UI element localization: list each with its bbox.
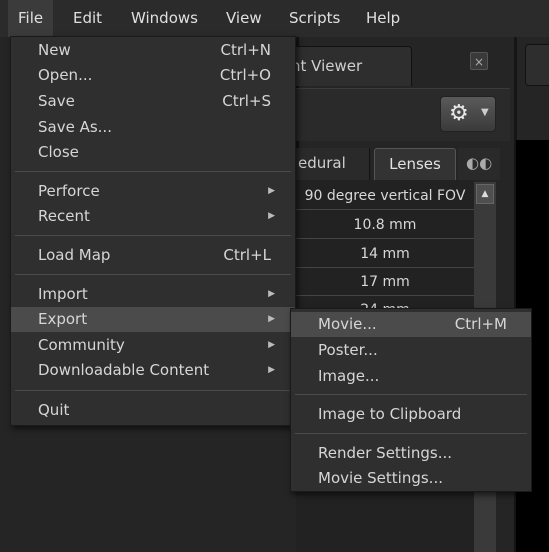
menu-item-community[interactable]: Community ▶ xyxy=(11,333,295,358)
menu-edit[interactable]: Edit xyxy=(63,0,112,37)
menu-separator xyxy=(15,235,291,236)
export-submenu: Movie... Ctrl+M Poster... Image... Image… xyxy=(290,308,532,492)
menu-item-save-as[interactable]: Save As... xyxy=(11,115,295,140)
submenu-arrow-icon: ▶ xyxy=(268,186,275,196)
menu-item-render-settings[interactable]: Render Settings... xyxy=(291,441,531,466)
close-icon[interactable]: × xyxy=(470,52,488,70)
tab-right[interactable] xyxy=(525,44,549,86)
chevron-down-icon: ▼ xyxy=(481,107,489,118)
menu-item-image[interactable]: Image... xyxy=(291,364,531,389)
menu-item-label: Community xyxy=(38,336,125,354)
gear-icon: ⚙ xyxy=(449,101,469,126)
menu-item-label: Save xyxy=(38,92,75,110)
submenu-arrow-icon: ▶ xyxy=(268,340,275,350)
menu-item-label: Quit xyxy=(38,401,70,419)
shortcut-label: Ctrl+N xyxy=(220,41,271,59)
shortcut-label: Ctrl+S xyxy=(222,92,271,110)
menu-item-save[interactable]: Save Ctrl+S xyxy=(11,89,295,114)
menu-item-new[interactable]: New Ctrl+N xyxy=(11,38,295,63)
menu-item-image-to-clipboard[interactable]: Image to Clipboard xyxy=(291,402,531,427)
menu-separator xyxy=(295,394,527,395)
submenu-arrow-icon: ▶ xyxy=(268,365,275,375)
menu-separator xyxy=(15,390,291,391)
menu-windows[interactable]: Windows xyxy=(121,0,208,37)
menu-item-label: Image... xyxy=(318,367,380,385)
menu-item-label: Movie Settings... xyxy=(318,469,443,487)
menu-item-label: Import xyxy=(38,285,88,303)
menu-item-recent[interactable]: Recent ▶ xyxy=(11,204,295,229)
menu-item-load-map[interactable]: Load Map Ctrl+L xyxy=(11,243,295,268)
menu-item-label: Image to Clipboard xyxy=(318,405,462,423)
menu-item-label: Poster... xyxy=(318,341,378,359)
menu-separator xyxy=(15,171,291,172)
menu-item-label: Downloadable Content xyxy=(38,361,210,379)
menu-item-label: Perforce xyxy=(38,182,100,200)
menu-item-quit[interactable]: Quit xyxy=(11,398,295,423)
tab-viewer[interactable]: nt Viewer xyxy=(280,46,412,86)
menu-item-label: New xyxy=(38,41,71,59)
file-menu: New Ctrl+N Open... Ctrl+O Save Ctrl+S Sa… xyxy=(10,36,296,426)
menu-item-close[interactable]: Close xyxy=(11,140,295,165)
submenu-arrow-icon: ▶ xyxy=(268,289,275,299)
menu-scripts[interactable]: Scripts xyxy=(279,0,350,37)
tab-lenses[interactable]: Lenses xyxy=(374,148,456,180)
submenu-arrow-icon: ▶ xyxy=(268,314,275,324)
shortcut-label: Ctrl+O xyxy=(219,66,271,84)
list-item[interactable]: 10.8 mm xyxy=(296,211,474,239)
menu-item-label: Save As... xyxy=(38,118,112,136)
submenu-arrow-icon: ▶ xyxy=(268,211,275,221)
menubar: File Edit Windows View Scripts Help xyxy=(0,0,549,37)
menu-separator xyxy=(15,274,291,275)
scroll-up-icon[interactable]: ▲ xyxy=(476,184,494,204)
menu-item-label: Close xyxy=(38,143,79,161)
menu-item-poster[interactable]: Poster... xyxy=(291,338,531,363)
tab-more[interactable]: ◐◐ xyxy=(458,148,500,180)
list-item[interactable]: 90 degree vertical FOV xyxy=(296,182,474,210)
menu-item-import[interactable]: Import ▶ xyxy=(11,282,295,307)
menu-file[interactable]: File xyxy=(8,0,54,37)
menu-item-label: Export xyxy=(38,310,88,328)
menu-item-export[interactable]: Export ▶ xyxy=(11,307,295,332)
menu-item-label: Open... xyxy=(38,66,93,84)
shortcut-label: Ctrl+L xyxy=(223,246,271,264)
tab-viewer-label: nt Viewer xyxy=(291,57,363,75)
menu-item-label: Recent xyxy=(38,207,90,225)
menu-item-label: Movie... xyxy=(318,315,377,333)
menu-item-open[interactable]: Open... Ctrl+O xyxy=(11,63,295,88)
menu-item-label: Load Map xyxy=(38,246,111,264)
menu-item-movie-settings[interactable]: Movie Settings... xyxy=(291,466,531,491)
menu-item-movie[interactable]: Movie... Ctrl+M xyxy=(291,312,531,337)
shortcut-label: Ctrl+M xyxy=(454,315,507,333)
menu-separator xyxy=(295,433,527,434)
menu-item-downloadable-content[interactable]: Downloadable Content ▶ xyxy=(11,358,295,383)
list-item[interactable]: 14 mm xyxy=(296,240,474,268)
list-item[interactable]: 17 mm xyxy=(296,268,474,296)
settings-button[interactable]: ⚙ ▼ xyxy=(440,96,496,132)
tab-procedural[interactable]: edural xyxy=(290,148,370,180)
menu-item-label: Render Settings... xyxy=(318,444,452,462)
menu-view[interactable]: View xyxy=(216,0,272,37)
menu-item-perforce[interactable]: Perforce ▶ xyxy=(11,179,295,204)
menu-help[interactable]: Help xyxy=(356,0,410,37)
